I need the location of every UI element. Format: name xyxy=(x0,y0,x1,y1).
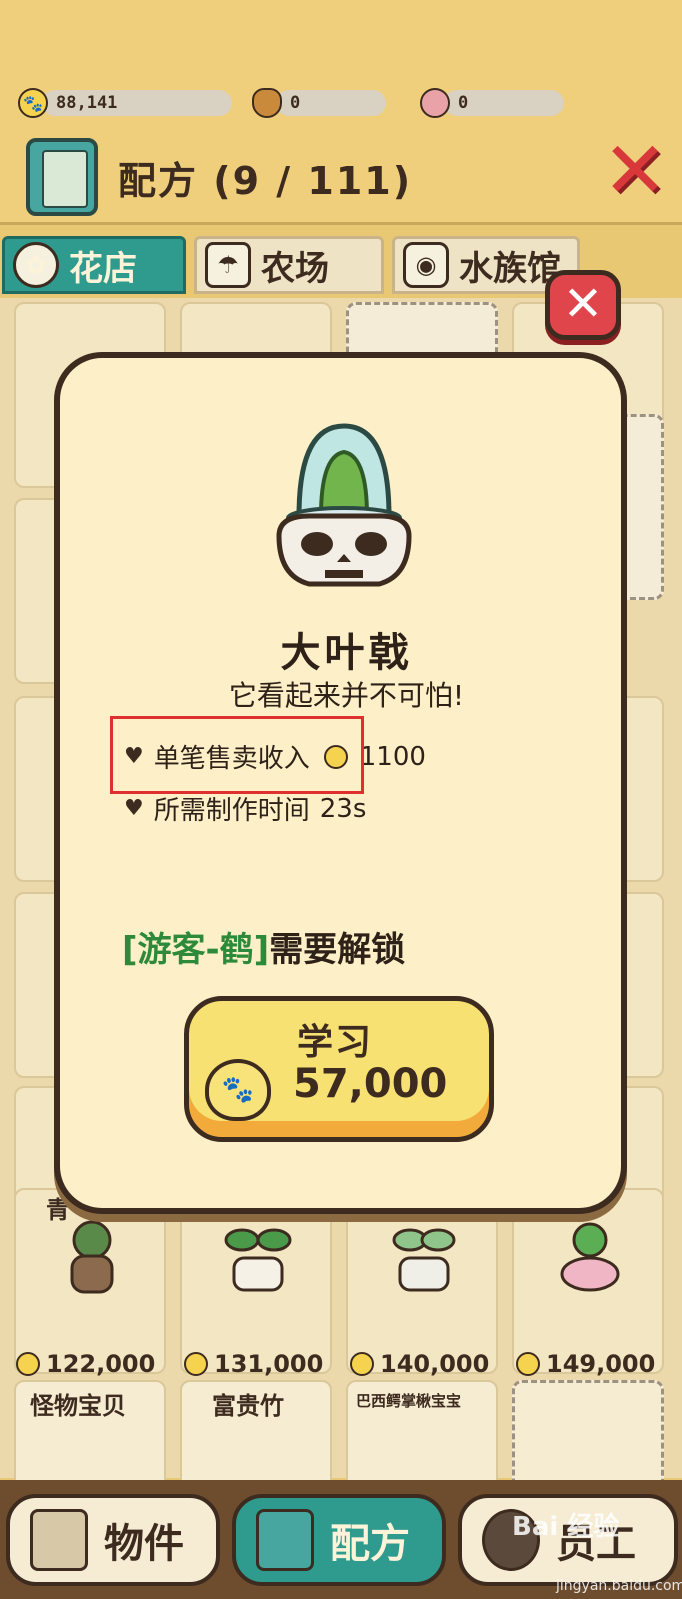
recipe-book-icon xyxy=(26,138,98,216)
plant-price: 131,000 xyxy=(184,1350,323,1378)
modal-close-button[interactable]: ✕ xyxy=(545,270,621,340)
plant-price: 122,000 xyxy=(16,1350,155,1378)
stat-sale-income: ♥ 单笔售卖收入 1100 xyxy=(124,738,426,775)
page-title: 配方 (9 / 111) xyxy=(118,159,413,203)
watermark-url: jingyan.baidu.com xyxy=(556,1578,682,1594)
watermark-logo: Bai 经验 xyxy=(512,1512,620,1542)
nav-recipes[interactable]: 配方 xyxy=(232,1494,446,1586)
shell-value: 0 xyxy=(444,90,564,116)
shell-icon xyxy=(420,88,450,118)
learn-label: 学习 xyxy=(297,1022,374,1063)
learn-price: 57,000 xyxy=(293,1061,448,1107)
unlock-requirement: [游客-鹤]需要解锁 xyxy=(122,922,405,971)
plant-name: 巴西鳄掌楸宝宝 xyxy=(356,1392,462,1410)
coin-icon: 🐾 xyxy=(205,1059,271,1121)
tab-label: 农场 xyxy=(261,248,329,289)
nav-items[interactable]: 物件 xyxy=(6,1494,220,1586)
coin-icon: 🐾 xyxy=(18,88,48,118)
coin-counter: 🐾 88,141 xyxy=(18,88,232,118)
stat-label: 所需制作时间 xyxy=(153,796,310,826)
coin-icon xyxy=(184,1352,208,1376)
acorn-icon xyxy=(252,88,282,118)
acorn-counter: 0 xyxy=(252,88,386,118)
stat-craft-time: ♥ 所需制作时间 23s xyxy=(124,790,366,827)
plant-name: 怪物宝贝 xyxy=(30,1392,126,1420)
item-name: 大叶戟 xyxy=(280,630,413,676)
acorn-value: 0 xyxy=(276,90,386,116)
shell-counter: 0 xyxy=(420,88,570,118)
plant-illustration xyxy=(276,423,412,587)
plant-image xyxy=(560,1222,620,1292)
coin-icon xyxy=(516,1352,540,1376)
nav-label: 配方 xyxy=(330,1521,410,1567)
plant-price: 140,000 xyxy=(350,1350,489,1378)
price-value: 131,000 xyxy=(214,1350,324,1378)
coin-icon xyxy=(323,744,348,769)
header: 配方 (9 / 111) ✕ xyxy=(0,130,682,225)
stat-value: 23s xyxy=(319,793,367,824)
grid-cell[interactable] xyxy=(512,1188,664,1374)
watering-can-icon: ☂ xyxy=(205,242,251,288)
coin-value: 88,141 xyxy=(42,90,232,116)
heart-icon: ♥ xyxy=(124,796,144,821)
grid-cell[interactable]: 青 xyxy=(14,1188,166,1374)
price-value: 149,000 xyxy=(546,1350,656,1378)
heart-icon: ♥ xyxy=(124,744,144,769)
stat-label: 单笔售卖收入 xyxy=(153,744,310,774)
coin-icon xyxy=(350,1352,374,1376)
unlock-visitor: [游客-鹤] xyxy=(122,930,270,970)
stat-value: 1100 xyxy=(359,741,426,772)
grid-cell[interactable] xyxy=(180,1188,332,1374)
plant-image xyxy=(70,1220,114,1294)
plant-price: 149,000 xyxy=(516,1350,655,1378)
unlock-text: 需要解锁 xyxy=(269,930,406,970)
fishbowl-icon: ◉ xyxy=(403,242,449,288)
nav-label: 物件 xyxy=(104,1521,184,1567)
plant-image xyxy=(224,1228,292,1292)
price-value: 122,000 xyxy=(46,1350,156,1378)
flower-icon: ✿ xyxy=(13,242,59,288)
currency-bar: 🐾 88,141 0 0 xyxy=(0,0,682,130)
close-icon[interactable]: ✕ xyxy=(600,132,670,210)
chair-icon xyxy=(30,1509,88,1571)
plant-name: 富贵竹 xyxy=(212,1392,284,1420)
grid-cell[interactable] xyxy=(346,1188,498,1374)
coin-icon xyxy=(16,1352,40,1376)
tab-flower-shop[interactable]: ✿ 花店 xyxy=(2,236,186,294)
learn-button[interactable]: 🐾 学习 57,000 xyxy=(184,996,494,1142)
tab-farm[interactable]: ☂ 农场 xyxy=(194,236,384,294)
plant-image xyxy=(392,1228,456,1292)
tab-label: 花店 xyxy=(69,248,137,289)
price-value: 140,000 xyxy=(380,1350,490,1378)
recipe-detail-modal: 大叶戟 它看起来并不可怕! ♥ 单笔售卖收入 1100 ♥ 所需制作时间 23s… xyxy=(54,352,627,1214)
item-description: 它看起来并不可怕! xyxy=(228,679,465,712)
recipe-book-icon xyxy=(256,1509,314,1571)
